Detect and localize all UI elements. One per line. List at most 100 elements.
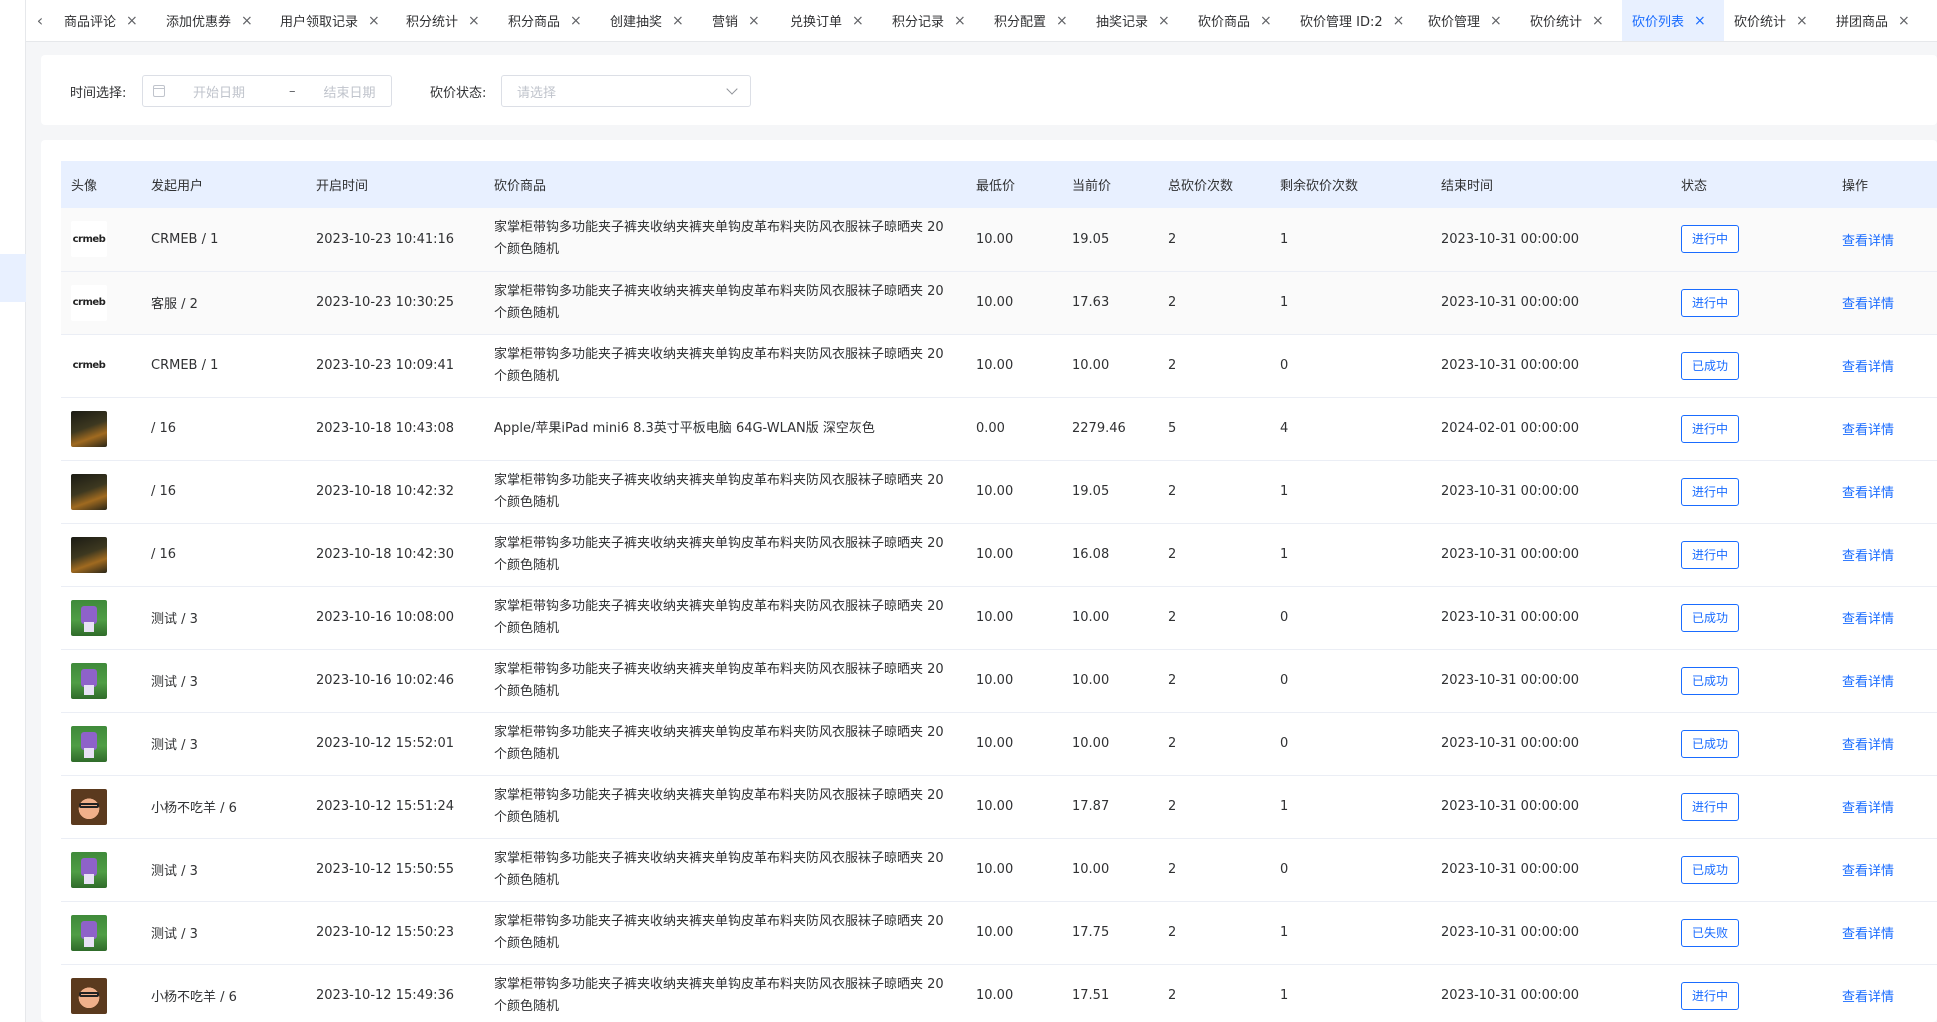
status-select[interactable]: 请选择 (501, 75, 751, 107)
view-detail-link[interactable]: 查看详情 (1842, 549, 1894, 564)
status-badge[interactable]: 进行中 (1681, 477, 1739, 506)
sidebar-active-item[interactable] (0, 254, 26, 302)
table-row: crmeb CRMEB / 1 2023-10-23 10:41:16 家掌柜带钩多功… (61, 208, 1937, 272)
status-badge[interactable]: 进行中 (1681, 225, 1739, 254)
status-badge[interactable]: 进行中 (1681, 540, 1739, 569)
tab-1[interactable]: 添加优惠券 × (156, 0, 270, 41)
avatar-cell (61, 901, 141, 965)
view-detail-link[interactable]: 查看详情 (1842, 360, 1894, 375)
tab-2[interactable]: 用户领取记录 × (270, 0, 396, 41)
min-price-cell: 10.00 (966, 460, 1062, 524)
status-badge[interactable]: 已成功 (1681, 603, 1739, 632)
status-badge[interactable]: 已成功 (1681, 855, 1739, 884)
tab-9[interactable]: 积分配置 × (984, 0, 1086, 41)
status-cell: 已成功 (1671, 838, 1832, 902)
column-header: 开启时间 (306, 161, 484, 208)
view-detail-link[interactable]: 查看详情 (1842, 297, 1894, 312)
close-icon[interactable]: × (748, 13, 760, 29)
close-icon[interactable]: × (468, 13, 480, 29)
tab-4[interactable]: 积分商品 × (498, 0, 600, 41)
view-detail-link[interactable]: 查看详情 (1842, 927, 1894, 942)
close-icon[interactable]: × (672, 13, 684, 29)
close-icon[interactable]: × (1056, 13, 1068, 29)
tab-13[interactable]: 砍价管理 × (1418, 0, 1520, 41)
avatar: crmeb (71, 221, 107, 258)
status-badge[interactable]: 已失败 (1681, 918, 1739, 947)
status-badge[interactable]: 进行中 (1681, 288, 1739, 317)
close-icon[interactable]: × (954, 13, 966, 29)
close-icon[interactable]: × (1260, 13, 1272, 29)
status-badge[interactable]: 已成功 (1681, 351, 1739, 380)
avatar-cell (61, 964, 141, 1022)
close-icon[interactable]: × (1592, 13, 1604, 29)
action-cell: 查看详情 (1832, 397, 1937, 461)
min-price-cell: 10.00 (966, 901, 1062, 965)
tab-17[interactable]: 拼团商品 × (1826, 0, 1928, 41)
current-price-cell: 10.00 (1062, 712, 1158, 776)
current-price-cell: 10.00 (1062, 838, 1158, 902)
status-badge[interactable]: 进行中 (1681, 981, 1739, 1010)
view-detail-link[interactable]: 查看详情 (1842, 612, 1894, 627)
close-icon[interactable]: × (1393, 13, 1405, 29)
tab-8[interactable]: 积分记录 × (882, 0, 984, 41)
tabs-prev-icon[interactable]: ‹ (26, 0, 54, 41)
status-badge[interactable]: 已成功 (1681, 729, 1739, 758)
view-detail-link[interactable]: 查看详情 (1842, 864, 1894, 879)
date-range-picker[interactable]: 开始日期 – 结束日期 (142, 75, 392, 107)
tab-10[interactable]: 抽奖记录 × (1086, 0, 1188, 41)
close-icon[interactable]: × (1796, 13, 1808, 29)
tab-16[interactable]: 砍价统计 × (1724, 0, 1826, 41)
view-detail-link[interactable]: 查看详情 (1842, 423, 1894, 438)
tab-label: 砍价列表 (1632, 15, 1685, 30)
sidebar (0, 0, 26, 1022)
product-cell: 家掌柜带钩多功能夹子裤夹收纳夹裤夹单钩皮革布料夹防风衣服袜子晾晒夹 20个颜色随… (484, 649, 966, 713)
tab-bar: ‹ 商品评论 × 添加优惠券 × 用户领取记录 × 积分统计 × 积分商品 × 创建抽奖 × 营销 × 兑换… (26, 0, 1937, 42)
start-date-input[interactable]: 开始日期 (193, 82, 265, 101)
tab-6[interactable]: 营销 × (702, 0, 780, 41)
remaining-count-cell: 0 (1270, 712, 1431, 776)
view-detail-link[interactable]: 查看详情 (1842, 990, 1894, 1005)
close-icon[interactable]: × (241, 13, 253, 29)
close-icon[interactable]: × (1898, 13, 1910, 29)
tab-14[interactable]: 砍价统计 × (1520, 0, 1622, 41)
close-icon[interactable]: × (1158, 13, 1170, 29)
product-cell: 家掌柜带钩多功能夹子裤夹收纳夹裤夹单钩皮革布料夹防风衣服袜子晾晒夹 20个颜色随… (484, 460, 966, 524)
view-detail-link[interactable]: 查看详情 (1842, 234, 1894, 249)
status-cell: 进行中 (1671, 208, 1832, 272)
tab-label: 砍价管理 (1428, 15, 1481, 30)
close-icon[interactable]: × (368, 13, 380, 29)
action-cell: 查看详情 (1832, 334, 1937, 398)
tab-12[interactable]: 砍价管理 ID:2 × (1290, 0, 1418, 41)
view-detail-link[interactable]: 查看详情 (1842, 675, 1894, 690)
remaining-count-cell: 1 (1270, 964, 1431, 1022)
status-badge[interactable]: 已成功 (1681, 666, 1739, 695)
end-date-input[interactable]: 结束日期 (324, 82, 376, 101)
close-icon[interactable]: × (570, 13, 582, 29)
tab-0[interactable]: 商品评论 × (54, 0, 156, 41)
view-detail-link[interactable]: 查看详情 (1842, 801, 1894, 816)
product-cell: 家掌柜带钩多功能夹子裤夹收纳夹裤夹单钩皮革布料夹防风衣服袜子晾晒夹 20个颜色随… (484, 775, 966, 839)
end-time-cell: 2023-10-31 00:00:00 (1431, 586, 1671, 650)
view-detail-link[interactable]: 查看详情 (1842, 738, 1894, 753)
tab-11[interactable]: 砍价商品 × (1188, 0, 1290, 41)
tab-7[interactable]: 兑换订单 × (780, 0, 882, 41)
status-badge[interactable]: 进行中 (1681, 792, 1739, 821)
column-header: 总砍价次数 (1158, 161, 1270, 208)
action-cell: 查看详情 (1832, 901, 1937, 965)
close-icon[interactable]: × (1694, 13, 1706, 29)
tab-3[interactable]: 积分统计 × (396, 0, 498, 41)
close-icon[interactable]: × (126, 13, 138, 29)
tab-15[interactable]: 砍价列表 × (1622, 0, 1724, 41)
tab-5[interactable]: 创建抽奖 × (600, 0, 702, 41)
close-icon[interactable]: × (1490, 13, 1502, 29)
action-cell: 查看详情 (1832, 271, 1937, 335)
avatar-cell: crmeb (61, 334, 141, 398)
remaining-count-cell: 1 (1270, 901, 1431, 965)
user-cell: 测试 / 3 (141, 649, 306, 713)
close-icon[interactable]: × (852, 13, 864, 29)
table-header-row: 头像 发起用户 开启时间 砍价商品 最低价 当前价 总砍价次数 剩余砍价次数 结束时间 状态 操作 (61, 161, 1937, 208)
status-badge[interactable]: 进行中 (1681, 414, 1739, 443)
bargain-table: 头像 发起用户 开启时间 砍价商品 最低价 当前价 总砍价次数 剩余砍价次数 结束时间 状态 操作 … (61, 161, 1937, 1022)
action-cell: 查看详情 (1832, 775, 1937, 839)
view-detail-link[interactable]: 查看详情 (1842, 486, 1894, 501)
